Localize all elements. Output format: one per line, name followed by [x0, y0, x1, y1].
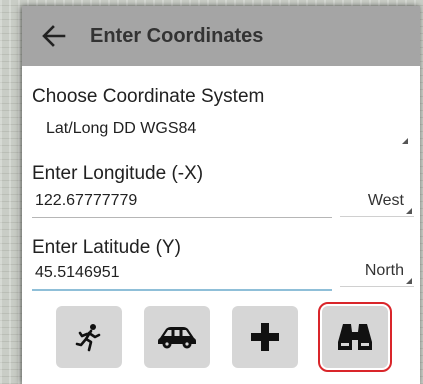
latitude-direction-value: North [364, 262, 404, 279]
longitude-label: Enter Longitude (-X) [32, 163, 204, 184]
latitude-direction-dropdown[interactable]: North [340, 256, 414, 286]
coordinate-system-value: Lat/Long DD WGS84 [46, 120, 197, 137]
running-person-icon [75, 324, 101, 352]
latitude-input[interactable]: 45.5146951 [32, 260, 330, 290]
latitude-value: 45.5146951 [35, 264, 120, 281]
longitude-direction-value: West [367, 192, 404, 209]
dropdown-corner-icon [406, 278, 412, 284]
arrow-left-icon [42, 25, 66, 47]
enter-coordinates-dialog: Enter Coordinates Choose Coordinate Syst… [22, 6, 420, 384]
longitude-direction-dropdown[interactable]: West [340, 186, 414, 216]
longitude-value: 122.67777779 [35, 192, 138, 209]
locate-button[interactable] [322, 306, 388, 368]
dropdown-corner-icon [402, 138, 408, 144]
latitude-label: Enter Latitude (Y) [32, 237, 181, 258]
dialog-title: Enter Coordinates [90, 24, 264, 47]
dialog-header: Enter Coordinates [22, 6, 420, 66]
latitude-direction-underline [340, 286, 414, 287]
longitude-underline [32, 217, 332, 218]
longitude-input[interactable]: 122.67777779 [32, 188, 330, 218]
coordinate-system-label: Choose Coordinate System [32, 86, 265, 107]
latitude-underline [32, 289, 332, 291]
dropdown-corner-icon [406, 208, 412, 214]
back-button[interactable] [42, 24, 66, 48]
coordinate-system-dropdown[interactable]: Lat/Long DD WGS84 [32, 114, 412, 150]
longitude-direction-underline [340, 216, 414, 217]
car-icon [158, 327, 196, 349]
walk-mode-button[interactable] [56, 306, 122, 368]
plus-icon [251, 323, 279, 351]
add-button[interactable] [232, 306, 298, 368]
drive-mode-button[interactable] [144, 306, 210, 368]
binoculars-icon [338, 324, 372, 350]
